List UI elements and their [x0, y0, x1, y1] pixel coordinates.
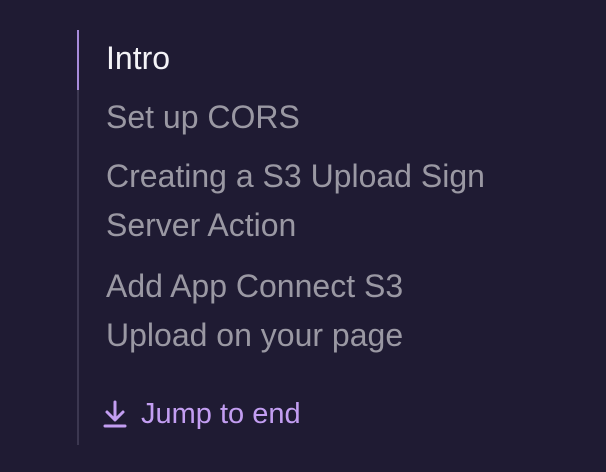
toc-item-set-up-cors[interactable]: Set up CORS [106, 93, 300, 142]
jump-to-end-label: Jump to end [141, 397, 301, 430]
jump-to-end-link[interactable]: Jump to end [103, 394, 301, 434]
toc-item-add-app-connect-s3-upload[interactable]: Add App Connect S3 Upload on your page [106, 262, 466, 360]
toc-item-intro[interactable]: Intro [106, 34, 170, 83]
toc-item-creating-s3-upload-sign-server-action[interactable]: Creating a S3 Upload Sign Server Action [106, 152, 536, 250]
active-indicator [77, 30, 79, 90]
table-of-contents: Intro Set up CORS Creating a S3 Upload S… [77, 30, 547, 445]
arrow-down-to-line-icon [103, 399, 127, 429]
